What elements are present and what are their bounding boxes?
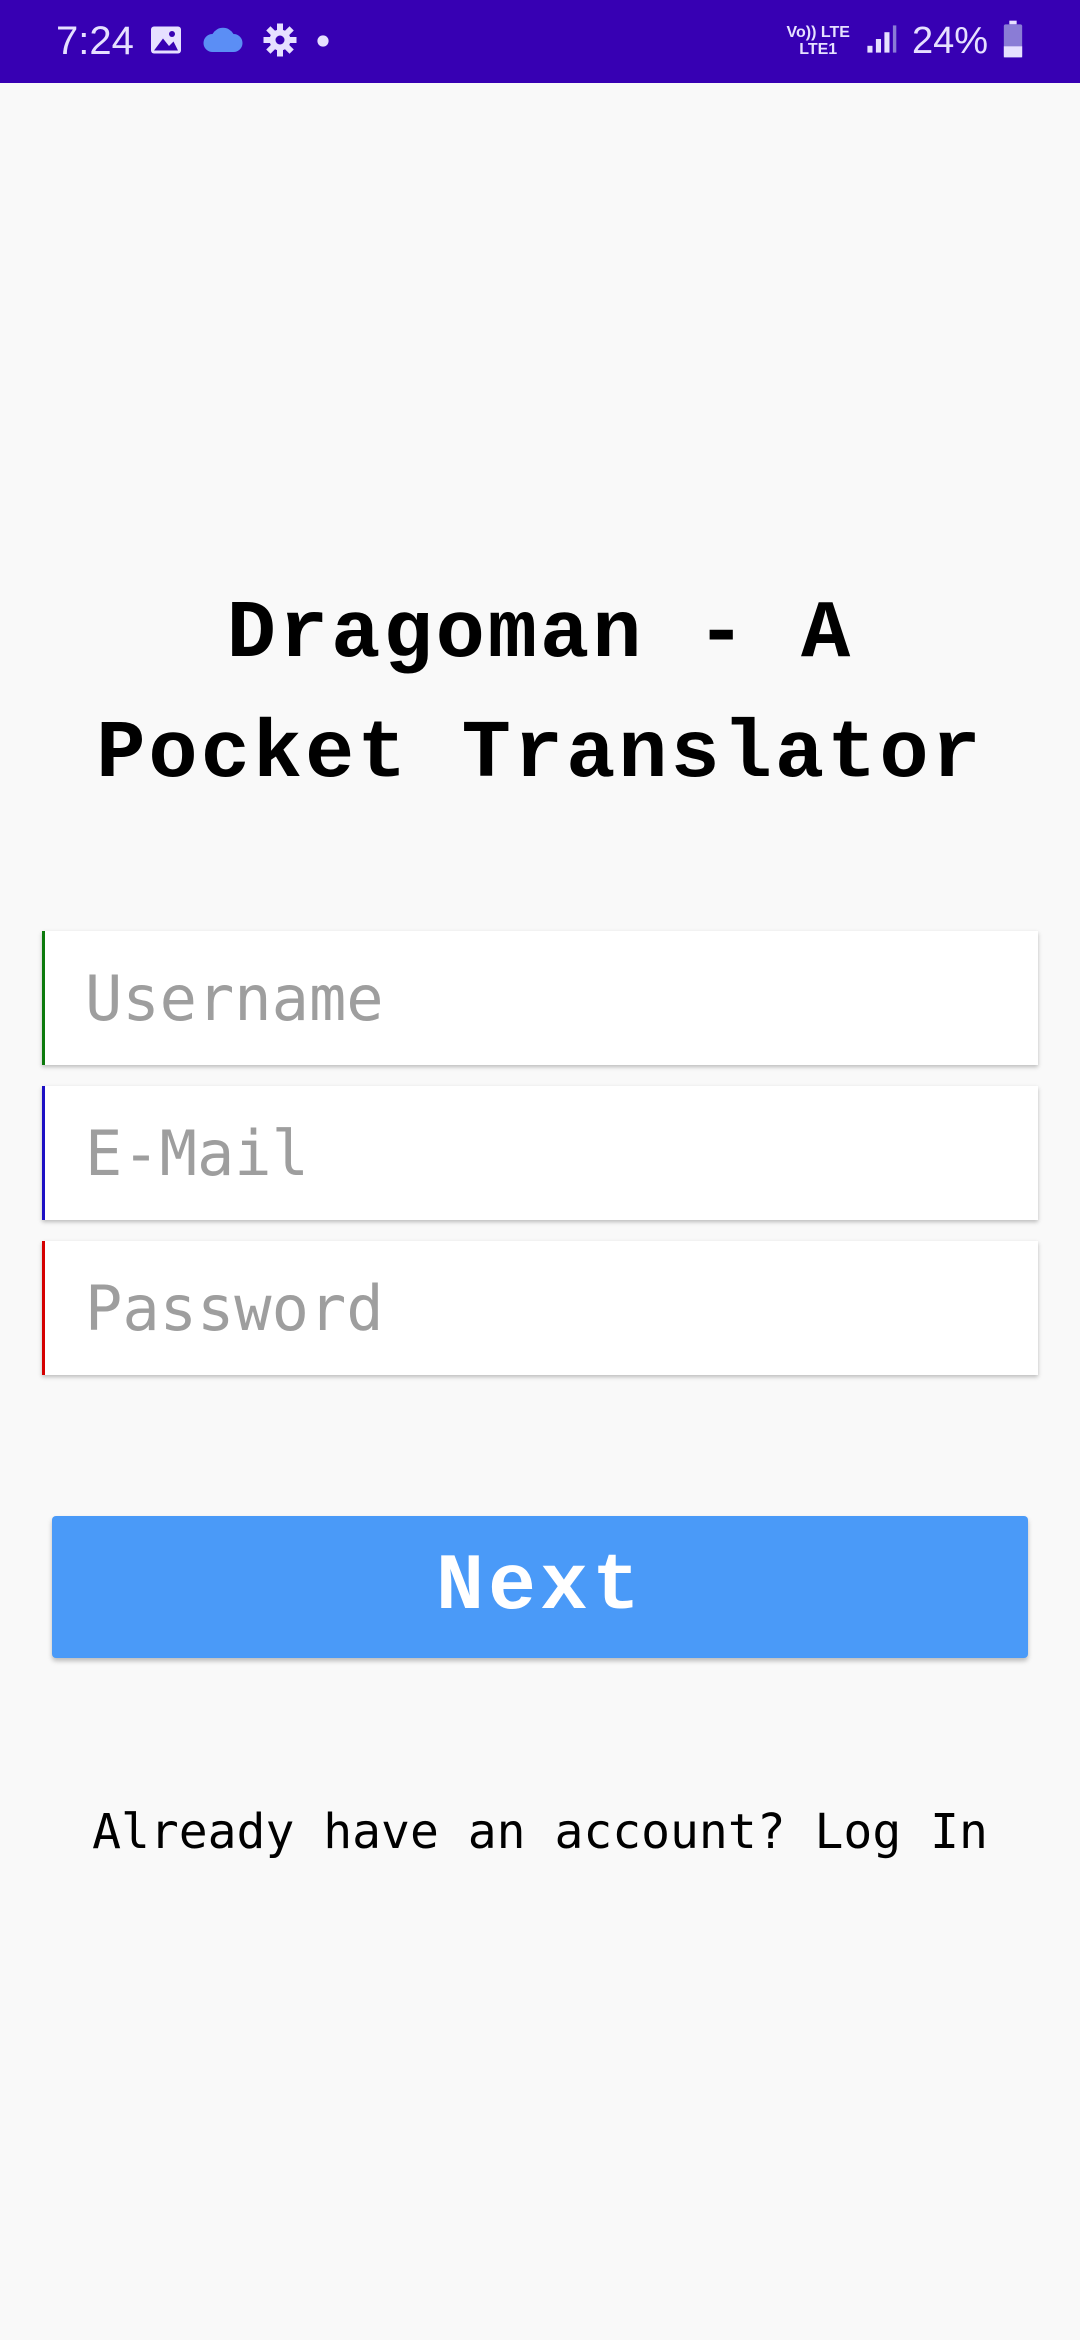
system-icons: Vo)) LTE LTE1 24% — [787, 16, 1024, 66]
login-link[interactable]: Log In — [815, 1804, 988, 1860]
battery-percentage: 24% — [911, 19, 988, 62]
signal-icon — [864, 22, 898, 60]
image-icon — [148, 22, 184, 62]
app-title-line-2: Pocket Translator — [96, 708, 984, 801]
network-top-label: Vo)) LTE — [786, 24, 850, 41]
app-title-line-1: Dragoman - A — [226, 588, 854, 681]
login-prompt-text: Already have an account? — [92, 1804, 786, 1860]
cloud-icon — [202, 25, 244, 59]
password-field-container — [42, 1241, 1038, 1375]
login-prompt: Already have an account? Log In — [0, 1800, 1080, 1864]
password-input[interactable] — [45, 1241, 1038, 1375]
network-bottom-label: LTE1 — [799, 41, 838, 58]
network-indicator: Vo)) LTE LTE1 — [787, 24, 850, 58]
status-bar: 7:24 Vo)) LTE LTE1 24% — [0, 0, 1080, 83]
email-field-container — [42, 1086, 1038, 1220]
email-input[interactable] — [45, 1086, 1038, 1220]
status-time: 7:24 — [56, 19, 134, 63]
username-input[interactable] — [45, 931, 1038, 1065]
app-title: Dragoman - A Pocket Translator — [40, 575, 1040, 815]
battery-icon — [1002, 20, 1024, 62]
next-button[interactable]: Next — [52, 1516, 1028, 1658]
gear-icon — [262, 22, 298, 62]
notification-icons — [148, 22, 330, 62]
dot-icon — [316, 33, 330, 52]
username-field-container — [42, 931, 1038, 1065]
